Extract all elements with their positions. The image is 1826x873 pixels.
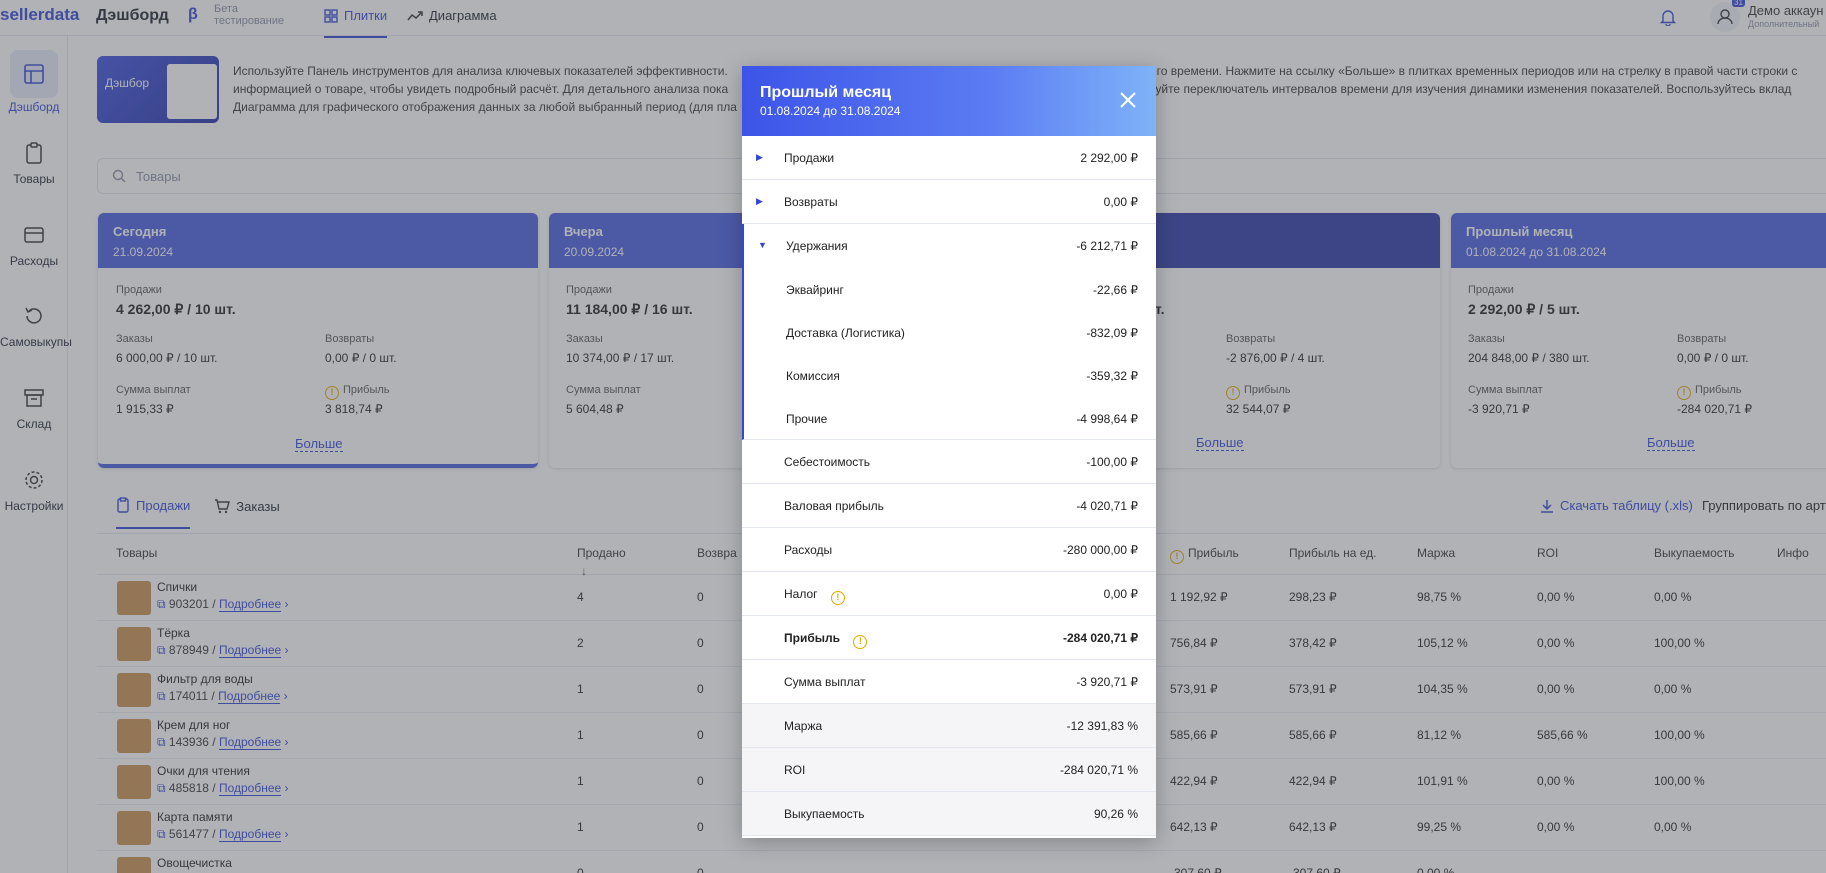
modal-row-label: Расходы: [784, 543, 833, 557]
modal-row: Прибыль ! -284 020,71 ₽: [742, 616, 1156, 660]
modal-row[interactable]: ▶ Продажи 2 292,00 ₽: [742, 136, 1156, 180]
modal-row: Доставка (Логистика) -832,09 ₽: [742, 311, 1156, 354]
modal-date: 01.08.2024 до 31.08.2024: [760, 104, 901, 118]
modal-row-value: -6 212,71 ₽: [1076, 239, 1138, 253]
modal-row-value: 90,26 %: [1093, 807, 1138, 821]
modal-row-value: -280 000,00 ₽: [1062, 543, 1138, 557]
modal-row-label: Прочие: [786, 412, 828, 426]
modal-row-value: -832,09 ₽: [1086, 326, 1138, 340]
modal-row: Эквайринг -22,66 ₽: [742, 268, 1156, 311]
modal-row: Сумма выплат -3 920,71 ₽: [742, 660, 1156, 704]
modal-row: Расходы -280 000,00 ₽: [742, 528, 1156, 572]
modal-header: Прошлый месяц 01.08.2024 до 31.08.2024: [742, 66, 1156, 136]
modal-title: Прошлый месяц: [760, 84, 892, 101]
modal-row: Маржа -12 391,83 %: [742, 704, 1156, 748]
modal-row-value: 0,00 ₽: [1103, 195, 1138, 209]
modal-row-label: Доставка (Логистика): [786, 326, 905, 340]
modal-row-label: Удержания: [786, 239, 848, 253]
modal-row: ROI -284 020,71 %: [742, 748, 1156, 792]
modal-row-value: 0,00 ₽: [1103, 587, 1138, 601]
modal-row: Себестоимость -100,00 ₽: [742, 440, 1156, 484]
modal-row-value: -4 020,71 ₽: [1076, 499, 1138, 513]
modal-row-value: -22,66 ₽: [1093, 283, 1138, 297]
modal-row-value: -100,00 ₽: [1086, 455, 1138, 469]
modal-row-label: Выкупаемость: [784, 807, 865, 821]
modal-row: Комиссия -359,32 ₽: [742, 354, 1156, 397]
modal-row-value: -3 920,71 ₽: [1076, 675, 1138, 689]
collapse-caret-icon[interactable]: ▼: [758, 240, 767, 250]
modal-row: Выкупаемость 90,26 %: [742, 792, 1156, 836]
modal-row-value: -359,32 ₽: [1086, 369, 1138, 383]
modal-row-label: Маржа: [784, 719, 823, 733]
modal-row-label: Прибыль !: [784, 631, 871, 649]
modal-row-label: Комиссия: [786, 369, 840, 383]
modal-row-label: ROI: [784, 763, 806, 777]
modal-row[interactable]: ▼ Удержания -6 212,71 ₽: [742, 224, 1156, 268]
modal-row-label: Возвраты: [784, 195, 838, 209]
close-icon[interactable]: [1118, 90, 1138, 110]
period-details-modal: Прошлый месяц 01.08.2024 до 31.08.2024 ▶…: [742, 66, 1156, 838]
modal-row: Валовая прибыль -4 020,71 ₽: [742, 484, 1156, 528]
modal-row-label: Налог !: [784, 587, 849, 605]
modal-row-label: Себестоимость: [784, 455, 871, 469]
modal-row-value: -12 391,83 %: [1066, 719, 1138, 733]
modal-row-value: -284 020,71 %: [1059, 763, 1138, 777]
modal-row-label: Эквайринг: [786, 283, 844, 297]
app: sellerdata Дэшборд β Бета тестирование П…: [0, 0, 1826, 873]
modal-row-value: 2 292,00 ₽: [1080, 151, 1138, 165]
modal-row-label: Валовая прибыль: [784, 499, 884, 513]
modal-row-value: -284 020,71 ₽: [1062, 631, 1138, 645]
modal-row-label: Продажи: [784, 151, 835, 165]
modal-row: Прочие -4 998,64 ₽: [742, 397, 1156, 440]
modal-row[interactable]: ▶ Возвраты 0,00 ₽: [742, 180, 1156, 224]
expand-caret-icon[interactable]: ▶: [756, 152, 763, 163]
modal-row-value: -4 998,64 ₽: [1076, 412, 1138, 426]
modal-row-label: Сумма выплат: [784, 675, 866, 689]
modal-row: Налог ! 0,00 ₽: [742, 572, 1156, 616]
info-icon[interactable]: !: [853, 635, 868, 649]
expand-caret-icon[interactable]: ▶: [756, 196, 763, 207]
info-icon[interactable]: !: [830, 591, 845, 605]
